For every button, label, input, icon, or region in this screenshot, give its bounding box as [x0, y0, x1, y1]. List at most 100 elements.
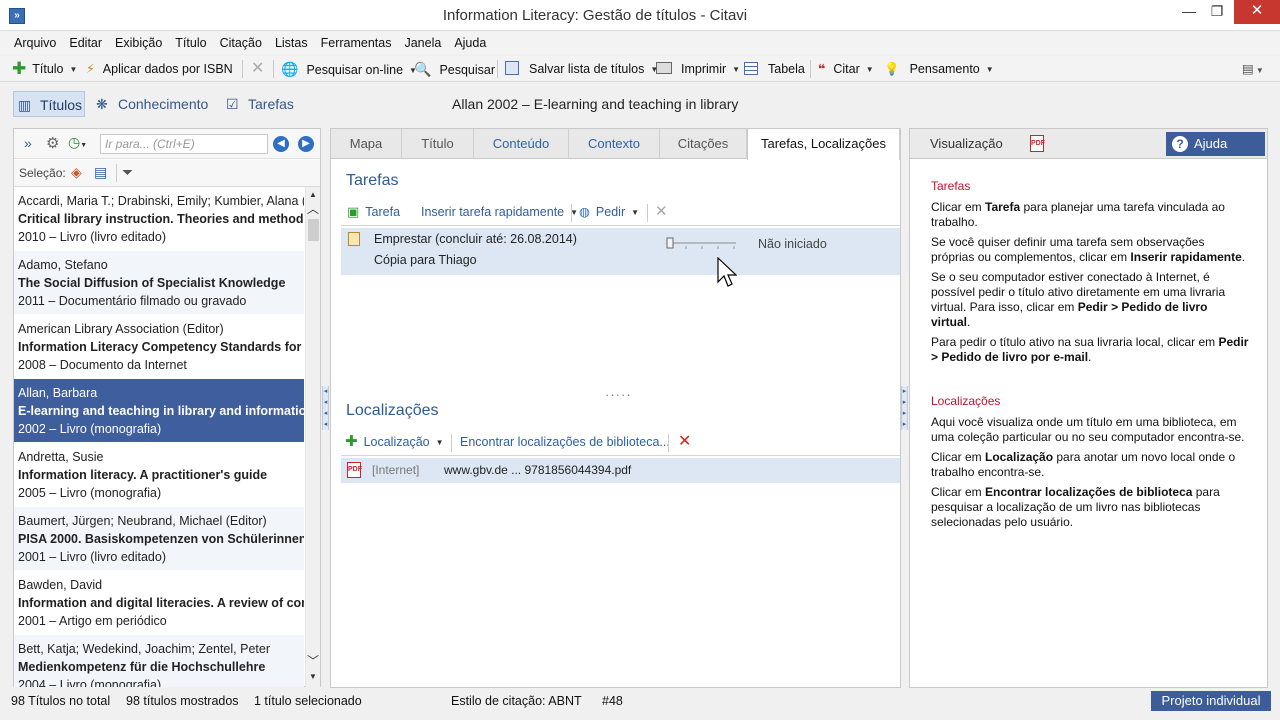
layout-options-icon[interactable]: ▤ ▼ [1242, 56, 1264, 82]
table-button[interactable]: Tabela [744, 56, 805, 82]
gear-icon[interactable]: ⚙ [46, 134, 59, 152]
toolbar-divider [273, 60, 274, 78]
right-pane-splitter[interactable]: ▸ ▸ ▸ ▸ [901, 386, 908, 430]
list-item[interactable]: Bawden, David Information and digital li… [14, 571, 304, 635]
selection-list-icon[interactable]: ▤ [94, 164, 107, 181]
help-tasks-p2: Se você quiser definir uma tarefa sem ob… [931, 235, 1246, 264]
divider [571, 204, 572, 222]
status-citation-style: Estilo de citação: ABNT [451, 694, 582, 708]
task-progress-slider[interactable] [666, 235, 738, 251]
tab-citacoes[interactable]: Citações [660, 129, 747, 159]
books-icon: ▥ [18, 97, 32, 113]
print-button[interactable]: Imprimir ▼ [656, 56, 740, 82]
menu-ferramentas[interactable]: Ferramentas [314, 32, 398, 54]
mouse-cursor-icon [717, 257, 737, 289]
nav-conhecimento[interactable]: ❋ Conhecimento [94, 91, 208, 117]
location-type: [Internet] [372, 463, 420, 477]
search-button[interactable]: 🔍 Pesquisar [414, 56, 495, 82]
add-title-button[interactable]: ✚ Título ▼ [12, 56, 77, 82]
reference-title: The Social Diffusion of Specialist Knowl… [18, 276, 286, 290]
maximize-icon[interactable]: ❐ [1200, 0, 1234, 24]
lightbulb-icon: 💡 [884, 62, 900, 76]
tab-titulo[interactable]: Título [402, 129, 474, 159]
left-pane-splitter[interactable]: ◂ ◂ ◂ ◂ [322, 386, 329, 430]
list-scrollbar[interactable]: ▲ ︿ ﹀ ▼ [305, 187, 320, 687]
list-item[interactable]: American Library Association (Editor) In… [14, 315, 304, 379]
filter-icon[interactable]: ⏷ [122, 164, 133, 181]
reference-authors: Adamo, Stefano [18, 258, 108, 272]
chevron-down-icon[interactable]: ﹀ [306, 653, 320, 669]
previous-icon[interactable]: ◀ [273, 136, 289, 152]
menu-titulo[interactable]: Título [168, 32, 212, 54]
search-input[interactable]: Ir para... (Ctrl+E) [100, 134, 268, 154]
help-icon: ? [1172, 136, 1188, 152]
menu-citacao[interactable]: Citação [213, 32, 268, 54]
save-list-button[interactable]: Salvar lista de títulos ▼ [505, 56, 658, 82]
reference-list: Accardi, Maria T.; Drabinski, Emily; Kum… [14, 187, 304, 687]
add-task-icon: ▣ [347, 204, 360, 219]
list-item-selected[interactable]: Allan, Barbara E-learning and teaching i… [14, 379, 304, 443]
tasks-heading: Tarefas [346, 172, 399, 189]
next-icon[interactable]: ▶ [298, 136, 314, 152]
tab-mapa[interactable]: Mapa [331, 129, 402, 159]
plus-icon: ✚ [345, 433, 358, 450]
order-button[interactable]: ◍ Pedir ▼ [579, 200, 639, 224]
thought-button[interactable]: 💡 Pensamento ▼ [884, 56, 994, 82]
cite-button[interactable]: ❝ Citar ▼ [818, 56, 874, 82]
add-task-button[interactable]: ▣ Tarefa [347, 200, 400, 224]
help-locations-heading: Localizações [931, 394, 1001, 408]
project-type-badge[interactable]: Projeto individual [1151, 691, 1271, 711]
chevron-down-icon: ▼ [69, 65, 78, 74]
list-item[interactable]: Andretta, Susie Information literacy. A … [14, 443, 304, 507]
find-library-locations-button[interactable]: Encontrar localizações de biblioteca... [460, 430, 670, 454]
reference-year-type: 2008 – Documento da Internet [18, 358, 187, 372]
history-icon[interactable]: ◷▼ [68, 134, 87, 151]
delete-icon[interactable]: ✕ [251, 56, 264, 82]
quick-insert-task-button[interactable]: Inserir tarefa rapidamente ▼ [421, 200, 578, 224]
scroll-thumb[interactable] [308, 219, 319, 241]
globe-search-icon: 🌐 [281, 61, 299, 77]
printer-icon [656, 62, 672, 74]
delete-task-icon[interactable]: ✕ [655, 200, 668, 224]
tab-tarefas-localizacoes[interactable]: Tarefas, Localizações [747, 129, 900, 160]
table-icon [744, 62, 758, 75]
scroll-down-icon[interactable]: ▼ [306, 669, 320, 685]
chevron-up-icon[interactable]: ︿ [306, 201, 320, 217]
delete-location-icon[interactable]: ✕ [678, 430, 691, 454]
menu-listas[interactable]: Listas [268, 32, 314, 54]
list-item[interactable]: Accardi, Maria T.; Drabinski, Emily; Kum… [14, 187, 304, 251]
close-icon[interactable]: ✕ [1234, 0, 1280, 24]
reference-year-type: 2001 – Artigo em periódico [18, 614, 167, 628]
selection-tag-icon[interactable]: ◈ [71, 164, 82, 181]
reference-year-type: 2002 – Livro (monografia) [18, 422, 162, 436]
tab-contexto[interactable]: Contexto [569, 129, 660, 159]
location-item[interactable]: PDF [Internet] www.gbv.de ... 9781856044… [341, 458, 900, 483]
reference-title: E-learning and teaching in library and i… [18, 404, 304, 418]
menu-editar[interactable]: Editar [62, 32, 108, 54]
tab-conteudo[interactable]: Conteúdo [474, 129, 569, 159]
title-bar: » Information Literacy: Gestão de título… [0, 0, 1280, 31]
pdf-preview-icon[interactable]: PDF [1030, 135, 1045, 152]
task-item[interactable]: Emprestar (concluir até: 26.08.2014) Cóp… [341, 228, 900, 275]
menu-janela[interactable]: Janela [397, 32, 447, 54]
list-item[interactable]: Baumert, Jürgen; Neubrand, Michael (Edit… [14, 507, 304, 571]
nav-tarefas[interactable]: ☑ Tarefas [224, 91, 294, 117]
menu-arquivo[interactable]: Arquivo [7, 32, 62, 54]
apply-isbn-button[interactable]: ⚡ Aplicar dados por ISBN [86, 56, 233, 82]
expand-icon[interactable]: » [24, 135, 32, 151]
reference-year-type: 2010 – Livro (livro editado) [18, 230, 166, 244]
add-location-button[interactable]: ✚ Localização ▼ [345, 430, 444, 454]
help-tasks-heading: Tarefas [931, 179, 971, 193]
nav-titulos[interactable]: ▥ Títulos [13, 91, 85, 117]
tab-visualizacao[interactable]: Visualização [930, 136, 1003, 151]
menu-exibicao[interactable]: Exibição [108, 32, 168, 54]
list-item[interactable]: Bett, Katja; Wedekind, Joachim; Zentel, … [14, 635, 304, 687]
toolbar-divider [810, 60, 811, 78]
reference-authors: Andretta, Susie [18, 450, 104, 464]
chevron-down-icon: ▼ [631, 208, 640, 217]
menu-ajuda[interactable]: Ajuda [447, 32, 492, 54]
section-resize-grip[interactable]: ····· [605, 387, 632, 402]
list-item[interactable]: Adamo, Stefano The Social Diffusion of S… [14, 251, 304, 315]
globe-order-icon: ◍ [579, 205, 590, 219]
search-online-button[interactable]: 🌐 Pesquisar on-line ▼ [281, 56, 417, 82]
